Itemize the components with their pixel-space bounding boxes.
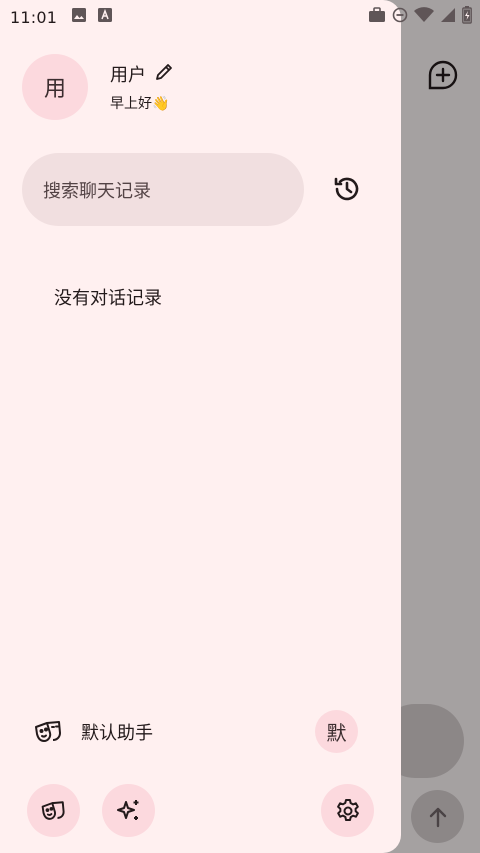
assistant-badge[interactable]: 默 (315, 710, 358, 753)
text-a-icon (97, 7, 113, 27)
settings-button[interactable] (321, 784, 374, 837)
avatar[interactable]: 用 (22, 54, 88, 120)
sparkles-icon (116, 799, 138, 820)
signal-icon (440, 7, 456, 27)
user-name: 用户 (110, 65, 146, 86)
sparkles-button[interactable] (102, 784, 155, 837)
wifi-icon (414, 7, 434, 27)
search-chat-history-input[interactable]: 搜索聊天记录 (22, 153, 304, 226)
search-placeholder: 搜索聊天记录 (43, 180, 151, 202)
history-icon[interactable] (324, 166, 370, 212)
status-bar: 11:01 (0, 0, 480, 34)
image-icon (71, 7, 87, 27)
battery-icon (462, 6, 472, 28)
edit-pencil-icon[interactable] (154, 62, 174, 86)
assistants-button[interactable] (27, 784, 80, 837)
greeting-text: 早上好👋 (110, 96, 170, 112)
empty-conversations-text: 没有对话记录 (54, 288, 162, 309)
user-profile[interactable]: 用 用户 早上好👋 (22, 54, 174, 120)
do-not-disturb-icon (392, 7, 408, 27)
navigation-drawer: 用 用户 早上好👋 搜索聊天记录 没有对话记录 默认助手 默 (0, 0, 401, 853)
default-assistant-item[interactable]: 默认助手 默 (30, 708, 360, 756)
masks-icon (41, 800, 65, 820)
status-time: 11:01 (10, 7, 58, 27)
assistant-label: 默认助手 (81, 723, 153, 744)
masks-icon (30, 713, 68, 751)
briefcase-icon (368, 7, 386, 27)
gear-icon (336, 798, 359, 821)
